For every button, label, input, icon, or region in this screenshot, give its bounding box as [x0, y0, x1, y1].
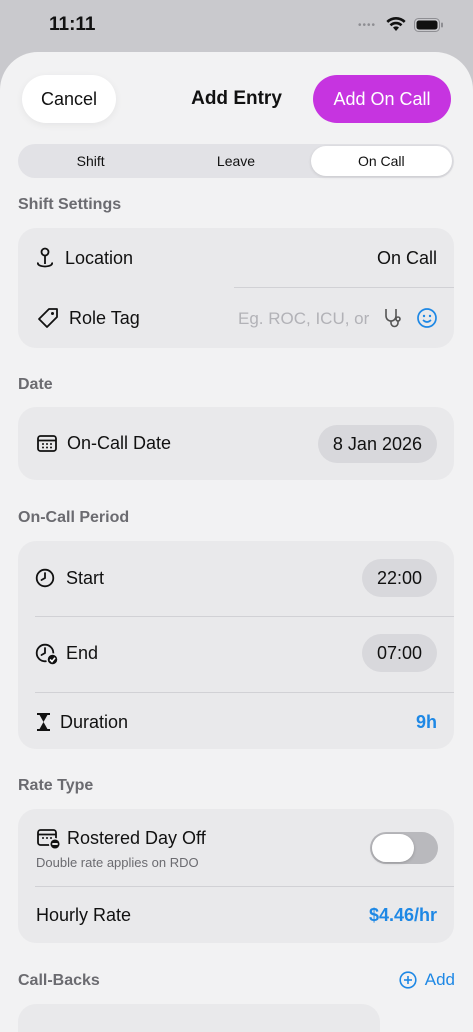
date-heading: Date	[18, 376, 53, 393]
calendar-icon	[37, 435, 57, 452]
duration-value: 9h	[415, 712, 437, 732]
battery-icon	[414, 18, 443, 32]
status-time: 11:11	[49, 14, 96, 35]
rate-type-heading: Rate Type	[18, 777, 94, 794]
role-tag-row: Role Tag Eg. ROC, ICU, or	[18, 288, 454, 348]
add-call-back-label: Add	[424, 970, 455, 989]
start-label: Start	[66, 568, 105, 588]
location-row[interactable]: Location On Call	[18, 228, 454, 288]
location-value: On Call	[376, 248, 437, 268]
location-pin-icon	[36, 247, 54, 268]
stethoscope-icon	[385, 309, 401, 328]
calendar-minus-icon	[37, 829, 61, 850]
role-tag-input[interactable]: Eg. ROC, ICU, or	[238, 309, 369, 329]
role-tag-label: Role Tag	[69, 308, 140, 328]
plus-circle-icon	[399, 971, 417, 989]
clock-icon	[35, 568, 55, 588]
rdo-label: Rostered Day Off	[67, 828, 206, 848]
status-bar: 11:11 ••••	[0, 0, 473, 52]
clock-check-icon	[35, 643, 59, 666]
start-time-picker[interactable]: 22:00	[361, 559, 437, 597]
hourly-rate-row[interactable]: Hourly Rate $4.46/hr	[18, 887, 454, 943]
shift-settings-heading: Shift Settings	[18, 196, 122, 213]
rate-type-card: Rostered Day Off Double rate applies on …	[18, 809, 454, 943]
end-label: End	[66, 643, 99, 663]
hourly-rate-value: $4.46/hr	[368, 905, 437, 925]
tab-leave[interactable]: Leave	[165, 146, 306, 176]
entry-type-segmented-control: Shift Leave On Call	[18, 144, 454, 178]
signal-dots-icon: ••••	[358, 20, 377, 31]
tab-shift[interactable]: Shift	[20, 146, 161, 176]
duration-label: Duration	[60, 712, 129, 732]
on-call-period-heading: On-Call Period	[18, 509, 130, 526]
rdo-toggle[interactable]	[370, 832, 438, 864]
end-row: End 07:00	[18, 617, 454, 692]
emoji-picker-icon[interactable]	[416, 307, 438, 329]
on-call-date-label: On-Call Date	[67, 433, 172, 453]
toggle-knob	[372, 834, 414, 862]
start-row: Start 22:00	[18, 541, 454, 616]
on-call-period-card: Start 22:00 End 07:00 Duration 9h	[18, 541, 454, 749]
date-card: On-Call Date 8 Jan 2026	[18, 407, 454, 480]
tab-on-call[interactable]: On Call	[310, 146, 452, 176]
location-label: Location	[65, 248, 134, 268]
duration-row: Duration 9h	[18, 693, 454, 749]
add-on-call-button[interactable]: Add On Call	[313, 75, 451, 123]
rdo-subtitle: Double rate applies on RDO	[36, 855, 199, 870]
on-call-date-picker[interactable]: 8 Jan 2026	[317, 425, 437, 463]
add-call-back-button[interactable]: Add	[399, 970, 455, 990]
shift-settings-card: Location On Call Role Tag Eg. ROC, ICU, …	[18, 228, 454, 348]
hourly-rate-label: Hourly Rate	[36, 905, 132, 925]
wifi-icon	[386, 16, 406, 31]
rdo-row: Rostered Day Off Double rate applies on …	[18, 809, 454, 886]
call-backs-card	[18, 1004, 380, 1032]
tag-icon	[38, 308, 58, 328]
add-entry-sheet: Cancel Add Entry Add On Call Shift Leave…	[0, 52, 473, 1032]
hourglass-icon	[37, 713, 50, 731]
call-backs-heading: Call-Backs	[18, 972, 100, 989]
end-time-picker[interactable]: 07:00	[361, 634, 437, 672]
